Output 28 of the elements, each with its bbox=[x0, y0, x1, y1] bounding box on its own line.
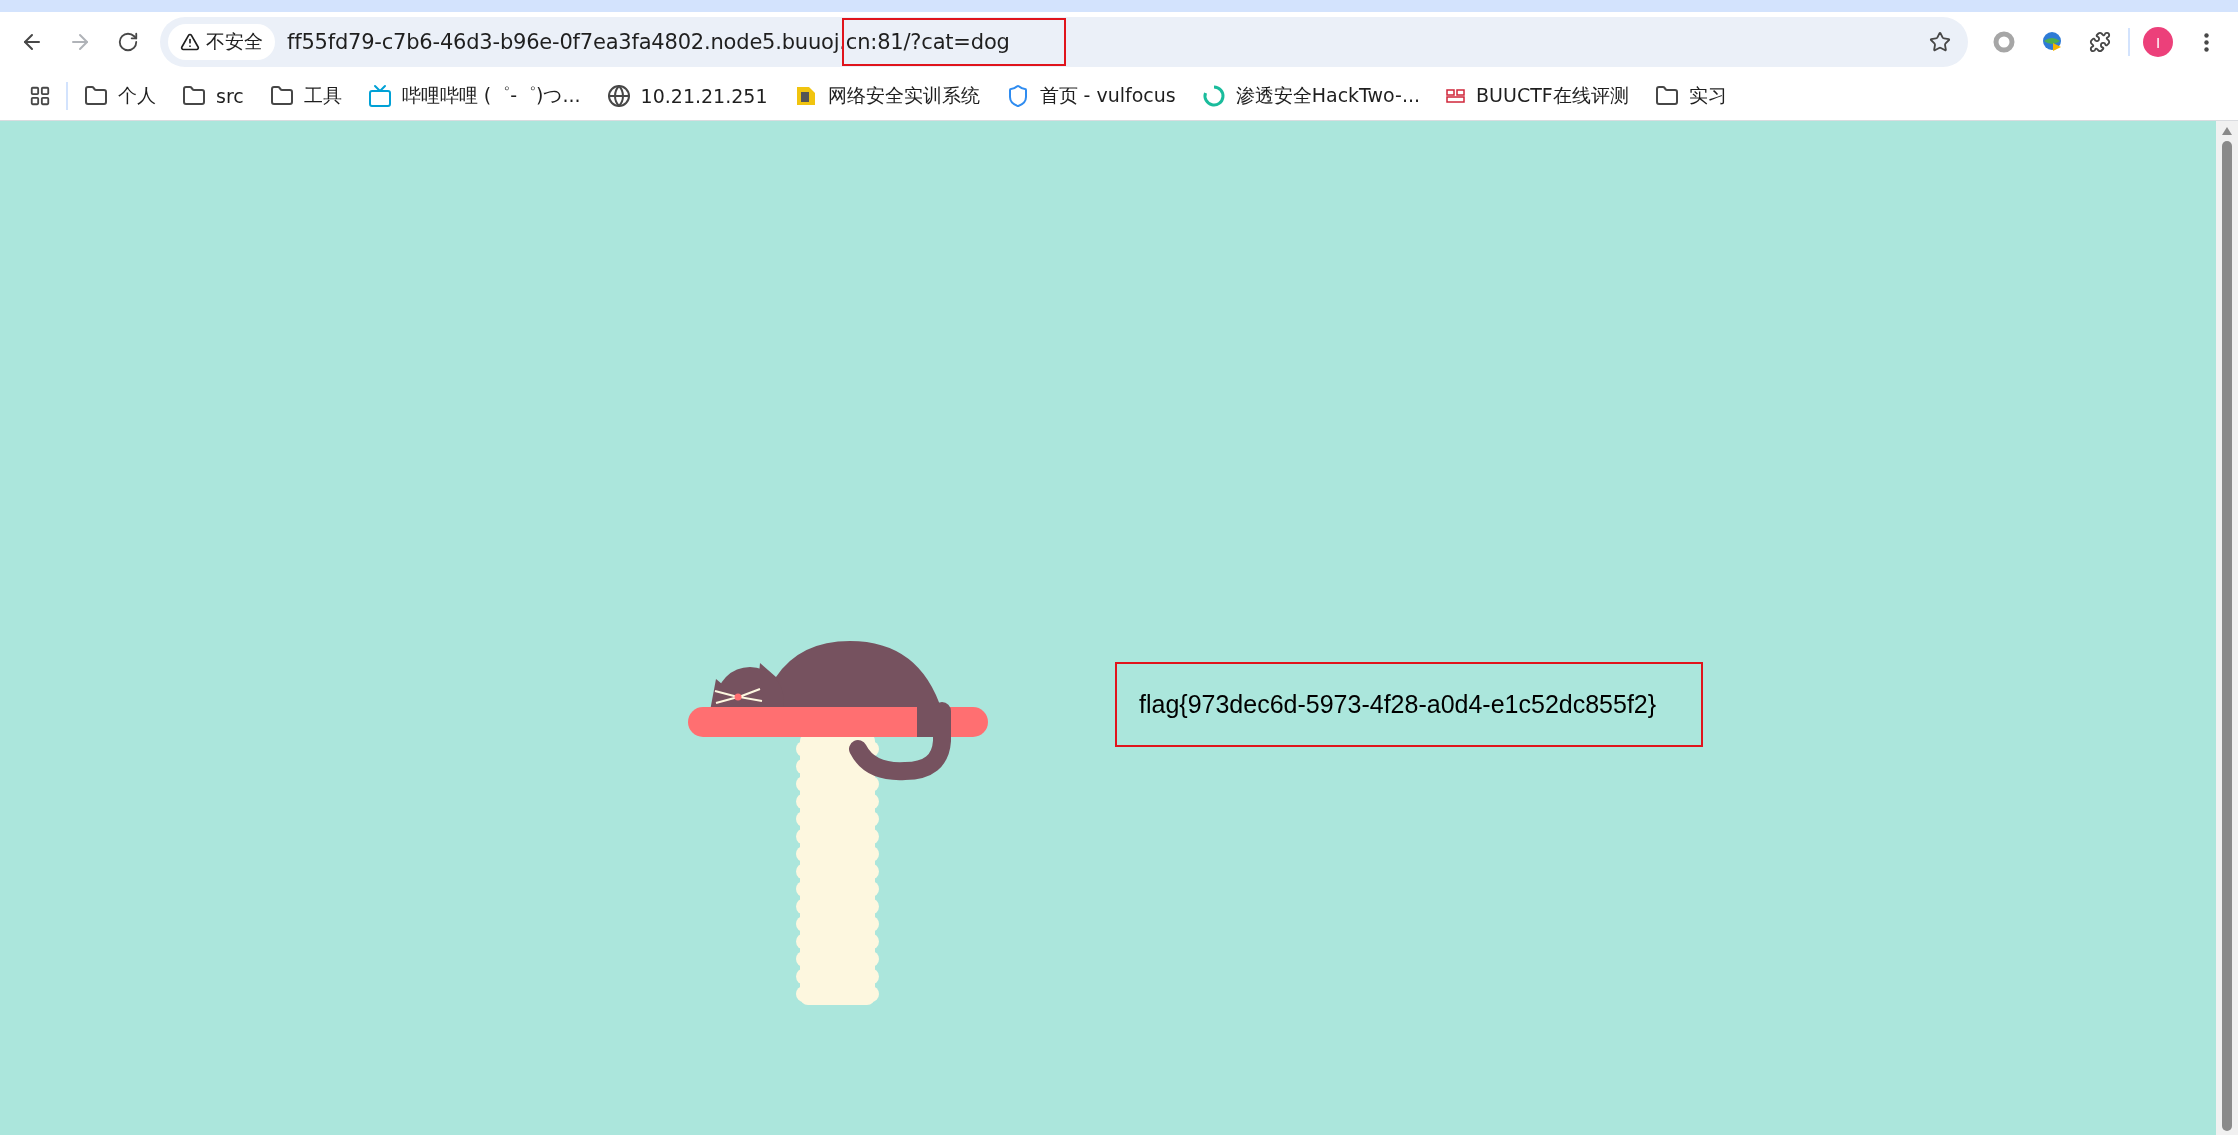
bookmark-item[interactable]: 渗透安全HackTwo-... bbox=[1191, 78, 1431, 114]
bookmark-item[interactable]: 实习 bbox=[1644, 78, 1737, 114]
bookmark-item[interactable]: BUUCTF在线评测 bbox=[1436, 78, 1639, 114]
warning-icon bbox=[180, 32, 200, 52]
menu-icon bbox=[2203, 32, 2209, 52]
bookmark-item[interactable]: 首页 - vulfocus bbox=[995, 78, 1186, 114]
bookmark-item[interactable]: 个人 bbox=[74, 78, 166, 114]
globe-icon bbox=[606, 84, 631, 108]
grid-icon bbox=[29, 85, 51, 107]
folder-icon bbox=[84, 84, 108, 108]
puzzle-icon bbox=[2089, 31, 2111, 53]
bookmark-item[interactable]: 网络安全实训系统 bbox=[783, 78, 990, 114]
ring-icon bbox=[1201, 84, 1226, 108]
folder-icon bbox=[182, 84, 206, 108]
bookmark-item[interactable]: src bbox=[172, 78, 254, 114]
ring-icon bbox=[1992, 30, 2016, 54]
bookmark-item[interactable]: 哔哩哔哩 (゜-゜)つ... bbox=[357, 78, 591, 114]
folder-icon bbox=[269, 84, 294, 108]
logo-icon bbox=[1446, 88, 1467, 104]
folder-icon bbox=[1654, 84, 1679, 108]
bookmark-item[interactable]: 10.21.21.251 bbox=[596, 78, 778, 114]
tv-icon bbox=[367, 84, 392, 108]
security-chip[interactable]: 不安全 bbox=[168, 24, 275, 60]
bookmark-item[interactable]: 工具 bbox=[259, 78, 352, 114]
star-icon bbox=[1929, 31, 1951, 53]
reload-icon bbox=[117, 31, 139, 53]
scroll-up-icon[interactable] bbox=[2222, 127, 2232, 135]
flag-text: flag{973dec6d-5973-4f28-a0d4-e1c52dc855f2} bbox=[1139, 690, 1657, 718]
